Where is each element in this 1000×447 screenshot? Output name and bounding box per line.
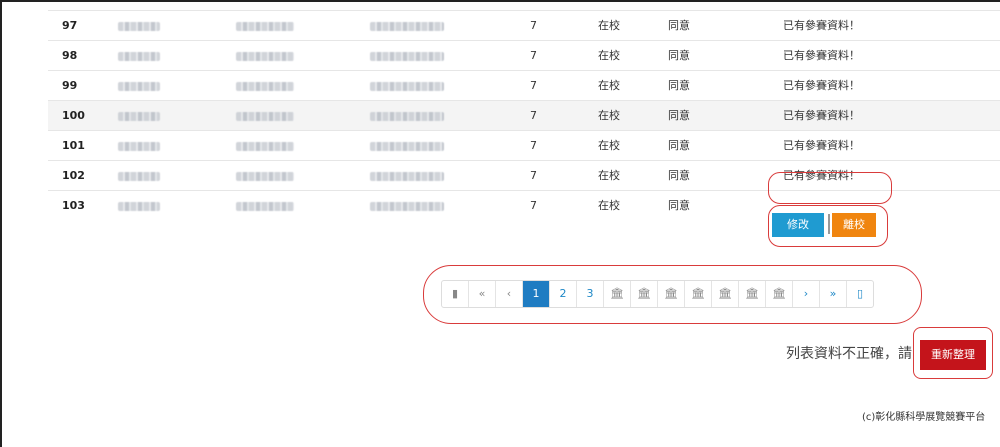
table-row: 101 7 在校 同意 已有參賽資料！ [48,130,1000,161]
row-number: 97 [62,19,78,32]
grade-cell: 7 [530,79,537,92]
table-row: 100 7 在校 同意 已有參賽資料！ [48,100,1000,131]
row-number: 99 [62,79,78,92]
row-number: 101 [62,139,85,152]
redacted-id [118,172,160,181]
redacted-name [236,22,294,31]
redacted-name [236,202,294,211]
redacted-school [370,22,444,31]
status-cell: 在校 [598,199,620,212]
consent-cell: 同意 [668,169,690,182]
grade-cell: 7 [530,169,537,182]
redacted-id [118,22,160,31]
redacted-name [236,82,294,91]
grade-cell: 7 [530,199,537,212]
redacted-name [236,172,294,181]
row-number: 103 [62,199,85,212]
annotation-circle-pagination [423,265,922,324]
annotation-circle-refresh [913,327,993,379]
frame-border-top [0,0,1000,2]
annotation-circle-buttons [768,205,888,247]
entry-message: 已有參賽資料！ [783,19,860,32]
row-number: 100 [62,109,85,122]
grade-cell: 7 [530,49,537,62]
table-row: 97 7 在校 同意 已有參賽資料！ [48,10,1000,41]
entry-message: 已有參賽資料！ [783,139,860,152]
row-number: 98 [62,49,78,62]
redacted-name [236,52,294,61]
entry-message: 已有參賽資料！ [783,79,860,92]
annotation-circle-message [768,172,892,204]
redacted-school [370,202,444,211]
consent-cell: 同意 [668,109,690,122]
redacted-name [236,112,294,121]
table-row: 99 7 在校 同意 已有參賽資料！ [48,70,1000,101]
status-cell: 在校 [598,109,620,122]
consent-cell: 同意 [668,19,690,32]
consent-cell: 同意 [668,199,690,212]
redacted-school [370,52,444,61]
entry-message: 已有參賽資料！ [783,49,860,62]
consent-cell: 同意 [668,79,690,92]
frame-border-left [0,0,2,447]
redacted-school [370,142,444,151]
redacted-school [370,112,444,121]
row-number: 102 [62,169,85,182]
redacted-id [118,52,160,61]
redacted-name [236,142,294,151]
status-cell: 在校 [598,19,620,32]
grade-cell: 7 [530,109,537,122]
status-cell: 在校 [598,79,620,92]
grade-cell: 7 [530,19,537,32]
footer-copyright: (c)彰化縣科學展覽競賽平台 [862,412,986,423]
table-row: 98 7 在校 同意 已有參賽資料！ [48,40,1000,71]
redacted-id [118,202,160,211]
status-cell: 在校 [598,49,620,62]
redacted-school [370,82,444,91]
grade-cell: 7 [530,139,537,152]
entry-message: 已有參賽資料！ [783,109,860,122]
redacted-school [370,172,444,181]
refresh-note: 列表資料不正確，請 [786,346,912,362]
consent-cell: 同意 [668,139,690,152]
redacted-id [118,142,160,151]
redacted-id [118,82,160,91]
consent-cell: 同意 [668,49,690,62]
status-cell: 在校 [598,139,620,152]
status-cell: 在校 [598,169,620,182]
redacted-id [118,112,160,121]
